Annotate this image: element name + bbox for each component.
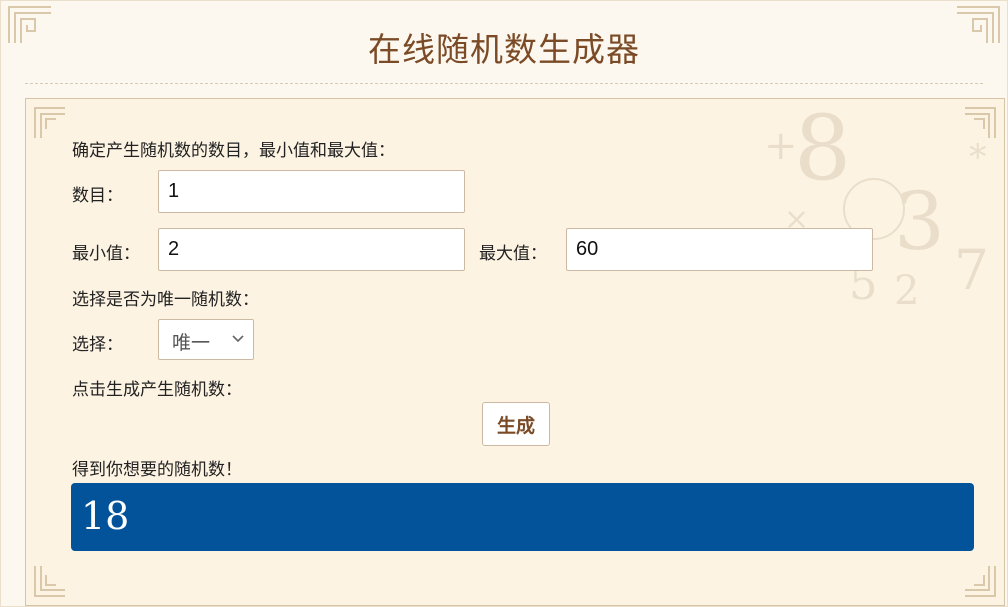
min-input[interactable] <box>158 228 465 271</box>
result-value: 18 <box>81 494 130 538</box>
unique-select[interactable]: 唯一 <box>158 319 254 360</box>
divider <box>25 83 983 84</box>
svg-text:*: * <box>969 138 987 178</box>
ornamental-corner-icon <box>32 563 68 599</box>
min-label: 最小值： <box>72 244 140 264</box>
intro-text: 确定产生随机数的数目，最小值和最大值： <box>72 141 395 161</box>
svg-text:8: 8 <box>794 99 851 201</box>
ornamental-corner-icon <box>962 563 998 599</box>
chevron-down-icon <box>231 331 245 345</box>
select-label: 选择： <box>72 335 123 355</box>
svg-text:7: 7 <box>954 238 989 302</box>
ornamental-corner-icon <box>32 105 68 141</box>
svg-text:+: + <box>764 123 798 169</box>
ornamental-corner-icon <box>962 105 998 141</box>
select-value: 唯一 <box>172 332 211 354</box>
max-input[interactable] <box>566 228 873 271</box>
max-label: 最大值： <box>479 244 547 264</box>
result-box: 18 <box>71 483 974 551</box>
svg-text:2: 2 <box>894 268 919 314</box>
count-input[interactable] <box>158 170 465 213</box>
unique-prompt: 选择是否为唯一随机数： <box>72 290 259 310</box>
generate-prompt: 点击生成产生随机数： <box>72 380 242 400</box>
count-label: 数目： <box>72 186 123 206</box>
generate-button[interactable]: 生成 <box>482 402 550 446</box>
result-prompt: 得到你想要的随机数！ <box>72 460 242 480</box>
page-frame: 在线随机数生成器 8 3 5 2 7 + × * 确定产生随机数的数目，最小值和… <box>0 0 1008 607</box>
page-title: 在线随机数生成器 <box>368 30 640 69</box>
generator-panel: 8 3 5 2 7 + × * 确定产生随机数的数目，最小值和最大值： 数目： <box>25 98 1005 606</box>
